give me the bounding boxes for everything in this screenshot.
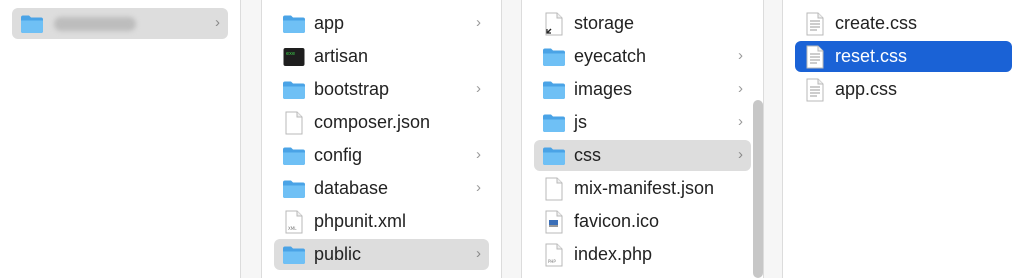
file-item-label: mix-manifest.json	[574, 178, 715, 198]
chevron-right-icon: ›	[476, 14, 481, 31]
file-item-css[interactable]: css ›	[534, 140, 751, 171]
svg-text:PHP: PHP	[548, 259, 556, 264]
file-item-label: public	[314, 244, 362, 264]
file-item-label: eyecatch	[574, 46, 647, 66]
chevron-right-icon: ›	[476, 179, 481, 196]
folder-icon	[20, 12, 44, 36]
finder-column-2[interactable]: app › exe artisan bootstrap › composer.json con…	[261, 0, 502, 278]
chevron-right-icon: ›	[738, 47, 743, 64]
file-item-eyecatch[interactable]: eyecatch ›	[534, 41, 751, 72]
chevron-right-icon: ›	[476, 80, 481, 97]
file-item-app[interactable]: app ›	[274, 8, 489, 39]
file-item-bootstrap[interactable]: bootstrap ›	[274, 74, 489, 105]
file-item-label: storage	[574, 13, 635, 33]
xml-file-icon: XML	[282, 210, 306, 234]
file-item-label: reset.css	[835, 46, 908, 66]
file-item-label: js	[574, 112, 587, 132]
column-gap	[764, 0, 782, 278]
file-item-composer-json[interactable]: composer.json	[274, 107, 489, 138]
file-item-label: composer.json	[314, 112, 431, 132]
folder-icon	[542, 111, 566, 135]
file-item-artisan[interactable]: exe artisan	[274, 41, 489, 72]
folder-icon	[282, 12, 306, 36]
file-item-label: images	[574, 79, 633, 99]
file-item-index-php[interactable]: PHP index.php	[534, 239, 751, 270]
file-item-label: bootstrap	[314, 79, 390, 99]
folder-icon	[282, 177, 306, 201]
file-item-reset-css[interactable]: reset.css	[795, 41, 1012, 72]
file-item-images[interactable]: images ›	[534, 74, 751, 105]
text-file-icon	[803, 78, 827, 102]
alias-icon	[542, 12, 566, 36]
file-item-label: phpunit.xml	[314, 211, 407, 231]
chevron-right-icon: ›	[738, 146, 743, 163]
file-item-label: app	[314, 13, 345, 33]
finder-column-1[interactable]: ›	[0, 0, 241, 278]
file-item-label: database	[314, 178, 389, 198]
column-gap	[502, 0, 521, 278]
file-item-public[interactable]: public ›	[274, 239, 489, 270]
chevron-right-icon: ›	[215, 14, 220, 31]
column-gap	[241, 0, 261, 278]
folder-icon	[282, 144, 306, 168]
folder-icon	[542, 45, 566, 69]
folder-icon	[282, 78, 306, 102]
file-item-create-css[interactable]: create.css	[795, 8, 1012, 39]
folder-icon	[542, 144, 566, 168]
file-item-blurred-folder[interactable]: ›	[12, 8, 228, 39]
file-item-database[interactable]: database ›	[274, 173, 489, 204]
document-icon	[282, 111, 306, 135]
text-file-icon	[803, 45, 827, 69]
file-item-mix-manifest-json[interactable]: mix-manifest.json	[534, 173, 751, 204]
file-item-js[interactable]: js ›	[534, 107, 751, 138]
file-item-label: css	[574, 145, 601, 165]
file-item-favicon-ico[interactable]: favicon.ico	[534, 206, 751, 237]
file-item-storage[interactable]: storage	[534, 8, 751, 39]
file-item-app-css[interactable]: app.css	[795, 74, 1012, 105]
file-item-config[interactable]: config ›	[274, 140, 489, 171]
chevron-right-icon: ›	[738, 80, 743, 97]
file-item-label: artisan	[314, 46, 369, 66]
ico-file-icon	[542, 210, 566, 234]
file-item-label: app.css	[835, 79, 898, 99]
svg-text:exe: exe	[286, 51, 295, 57]
redacted-folder-name	[54, 16, 136, 31]
file-item-phpunit-xml[interactable]: XML phpunit.xml	[274, 206, 489, 237]
file-item-label: favicon.ico	[574, 211, 660, 231]
text-file-icon	[803, 12, 827, 36]
document-icon	[542, 177, 566, 201]
folder-icon	[282, 243, 306, 267]
svg-text:XML: XML	[288, 226, 297, 231]
file-item-label: index.php	[574, 244, 653, 264]
chevron-right-icon: ›	[738, 113, 743, 130]
folder-icon	[542, 78, 566, 102]
php-file-icon: PHP	[542, 243, 566, 267]
scrollbar[interactable]	[753, 100, 763, 278]
terminal-icon: exe	[282, 45, 306, 69]
chevron-right-icon: ›	[476, 146, 481, 163]
file-item-label: config	[314, 145, 363, 165]
finder-column-4[interactable]: create.css reset.css app.css	[782, 0, 1024, 278]
file-item-label: create.css	[835, 13, 918, 33]
chevron-right-icon: ›	[476, 245, 481, 262]
finder-column-3[interactable]: storage eyecatch › images › js › css › mix-manife…	[521, 0, 764, 278]
